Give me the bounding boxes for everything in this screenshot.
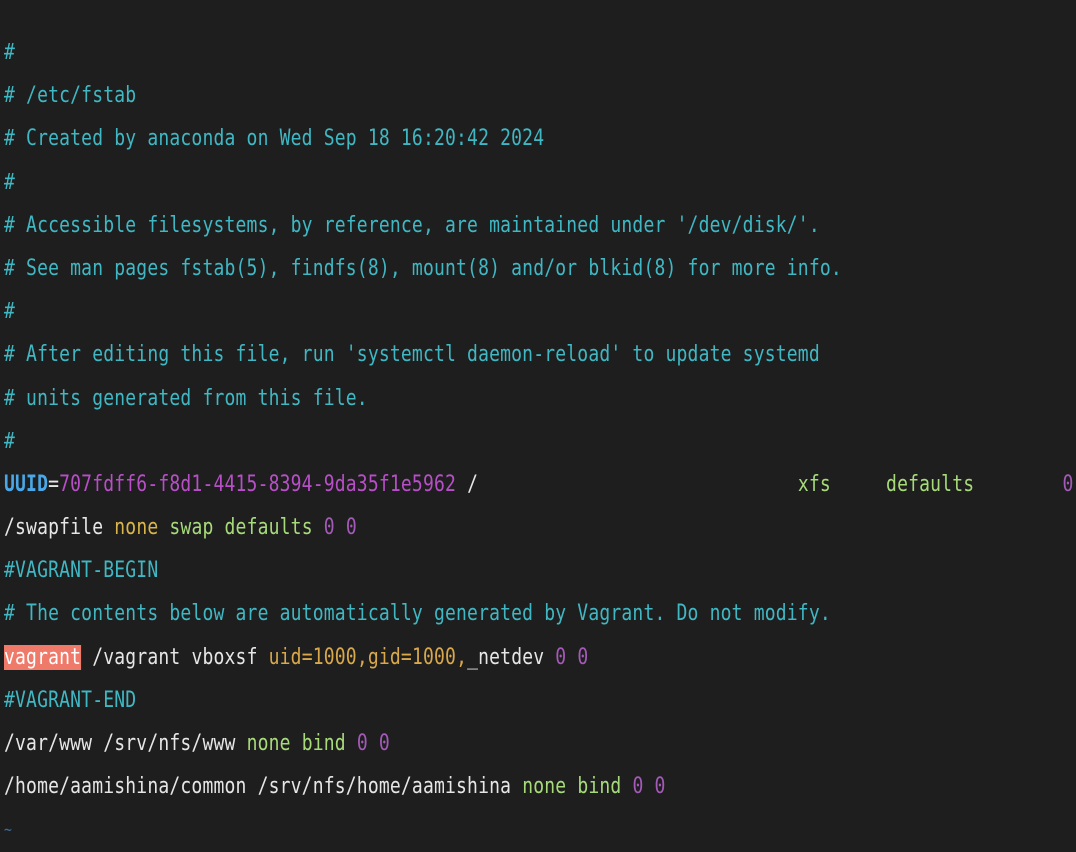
device-field: /home/aamishina/common bbox=[4, 774, 247, 800]
device-field: /swapfile bbox=[4, 515, 104, 541]
bind-fstab-entry[interactable]: /home/aamishina/common /srv/nfs/home/aam… bbox=[4, 765, 880, 808]
pass-field: 0 bbox=[378, 731, 390, 756]
empty-line-marker: ~ bbox=[4, 808, 880, 851]
comment-line[interactable]: # bbox=[4, 290, 880, 333]
mount-point: /srv/nfs/www bbox=[103, 731, 236, 756]
mount-options: defaults bbox=[224, 515, 313, 541]
fs-type: none bbox=[522, 774, 567, 800]
tilde-icon: ~ bbox=[4, 820, 13, 840]
mount-option-netdev: _netdev bbox=[467, 644, 545, 670]
comment-text: # Created by anaconda on Wed Sep 18 16:2… bbox=[4, 126, 545, 152]
uuid-key: UUID bbox=[4, 471, 49, 497]
comment-line[interactable]: # Accessible filesystems, by reference, … bbox=[4, 204, 880, 247]
fs-type: swap bbox=[169, 515, 214, 541]
comment-line[interactable]: # bbox=[4, 161, 880, 204]
uuid-value: 707fdff6-f8d1-4415-8394-9da35f1e5962 bbox=[59, 471, 457, 497]
comment-line[interactable]: # After editing this file, run 'systemct… bbox=[4, 333, 880, 376]
uuid-equals: = bbox=[48, 471, 60, 497]
vagrant-end-marker[interactable]: #VAGRANT-END bbox=[4, 679, 880, 722]
fs-type: none bbox=[246, 731, 291, 756]
comment-line[interactable]: # Created by anaconda on Wed Sep 18 16:2… bbox=[4, 117, 880, 160]
option-separator: , bbox=[356, 644, 368, 670]
dump-field: 0 bbox=[1062, 471, 1074, 497]
dump-field: 0 bbox=[632, 774, 644, 800]
comment-text: # See man pages fstab(5), findfs(8), mou… bbox=[4, 255, 842, 281]
comment-text: #VAGRANT-BEGIN bbox=[4, 558, 159, 584]
comment-line[interactable]: # See man pages fstab(5), findfs(8), mou… bbox=[4, 247, 880, 290]
comment-text: # bbox=[4, 169, 16, 195]
bind-fstab-entry[interactable]: /var/www /srv/nfs/www none bind 0 0 bbox=[4, 722, 880, 765]
mount-point: none bbox=[114, 515, 159, 541]
dump-field: 0 bbox=[323, 515, 335, 541]
vagrant-fstab-entry[interactable]: vagrant /vagrant vboxsf uid=1000,gid=100… bbox=[4, 636, 880, 679]
option-separator: , bbox=[456, 644, 468, 670]
pass-field: 0 bbox=[345, 515, 357, 541]
comment-text: #VAGRANT-END bbox=[4, 687, 137, 713]
comment-line[interactable]: # units generated from this file. bbox=[4, 377, 880, 420]
comment-text: # Accessible filesystems, by reference, … bbox=[4, 212, 820, 238]
fs-type: vboxsf bbox=[191, 644, 258, 670]
comment-text: # The contents below are automatically g… bbox=[4, 601, 831, 627]
comment-text: # /etc/fstab bbox=[4, 83, 137, 109]
comment-line[interactable]: # bbox=[4, 31, 880, 74]
editor-buffer[interactable]: # # /etc/fstab # Created by anaconda on … bbox=[4, 31, 1073, 852]
pass-field: 0 bbox=[654, 774, 666, 800]
comment-line[interactable]: # /etc/fstab bbox=[4, 74, 880, 117]
mount-point: /vagrant bbox=[92, 644, 181, 670]
comment-text: # After editing this file, run 'systemct… bbox=[4, 342, 820, 368]
mount-point: /srv/nfs/home/aamishina bbox=[257, 774, 512, 800]
mount-option-uid: uid=1000 bbox=[268, 644, 357, 670]
mount-options: bind bbox=[577, 774, 622, 800]
comment-text: # bbox=[4, 299, 16, 325]
fs-type: xfs bbox=[797, 471, 831, 497]
mount-option-gid: gid=1000 bbox=[367, 644, 457, 670]
dump-field: 0 bbox=[555, 644, 567, 670]
search-highlight-match: vagrant bbox=[4, 644, 82, 670]
vagrant-begin-marker[interactable]: #VAGRANT-BEGIN bbox=[4, 549, 880, 592]
swap-fstab-entry[interactable]: /swapfile none swap defaults 0 0 bbox=[4, 506, 880, 549]
dump-field: 0 bbox=[356, 731, 368, 756]
comment-text: # units generated from this file. bbox=[4, 385, 368, 411]
device-field: /var/www bbox=[4, 731, 93, 756]
comment-line[interactable]: # bbox=[4, 420, 880, 463]
pass-field: 0 bbox=[577, 644, 589, 670]
comment-text: # bbox=[4, 428, 16, 454]
comment-line[interactable]: # The contents below are automatically g… bbox=[4, 592, 880, 635]
mount-options: defaults bbox=[886, 471, 975, 497]
mount-options: bind bbox=[301, 731, 346, 756]
mount-point: / bbox=[467, 471, 479, 497]
comment-text: # bbox=[4, 40, 16, 65]
uuid-fstab-entry[interactable]: UUID=707fdff6-f8d1-4415-8394-9da35f1e596… bbox=[4, 463, 1073, 506]
